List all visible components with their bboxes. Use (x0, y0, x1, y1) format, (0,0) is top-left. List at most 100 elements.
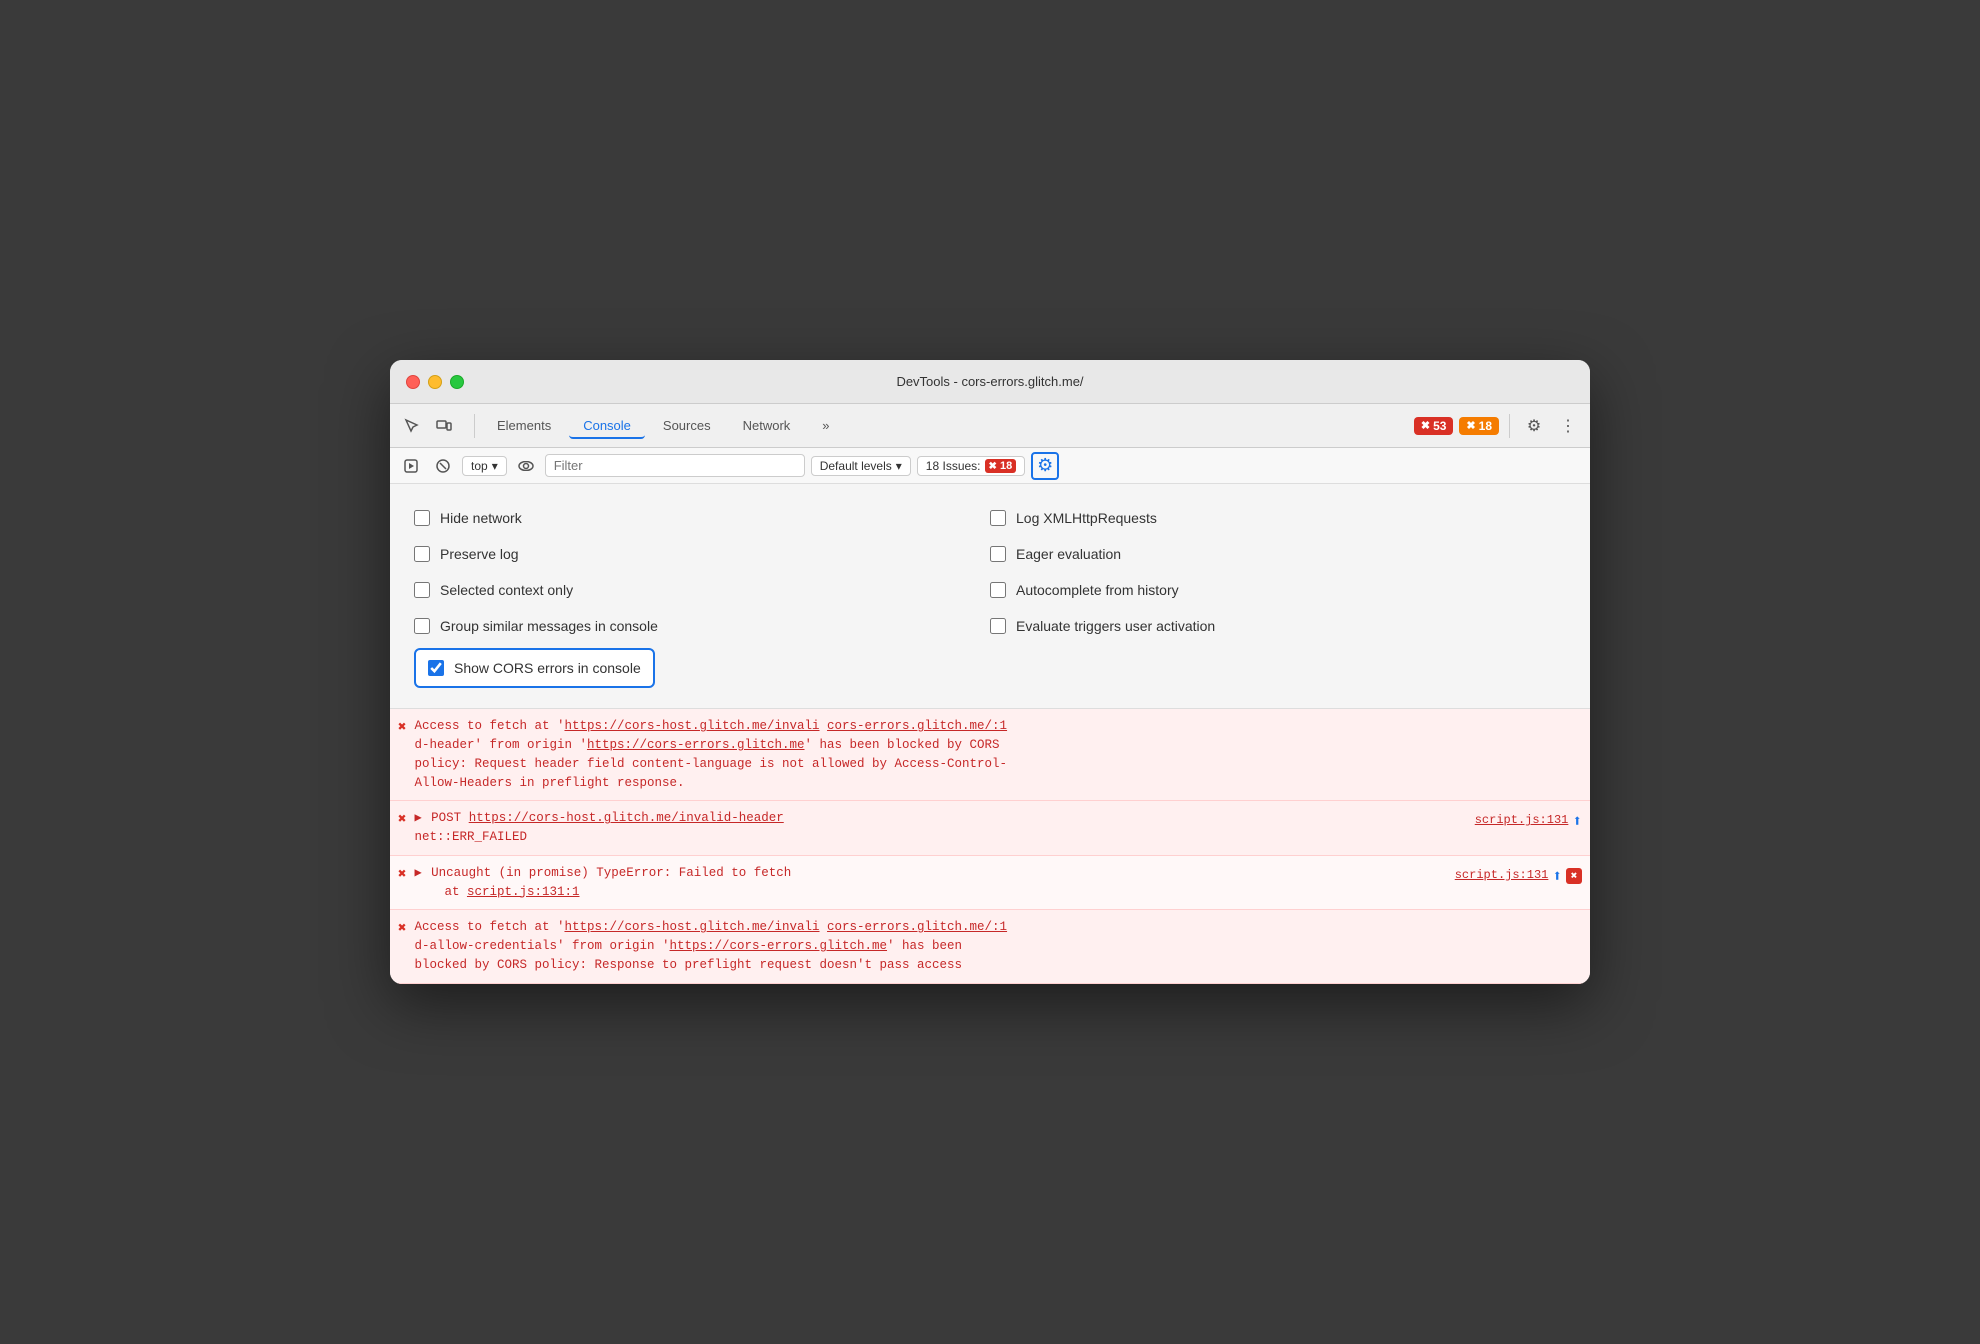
console-error-4: ✖ Access to fetch at 'https://cors-host.… (390, 910, 1590, 983)
setting-preserve-log: Preserve log (414, 536, 990, 572)
traffic-lights (406, 375, 464, 389)
warnings-badge[interactable]: ✖ 18 (1459, 417, 1499, 435)
setting-show-cors: Show CORS errors in console (414, 648, 655, 688)
error-link-2[interactable]: https://cors-host.glitch.me/invalid-head… (469, 811, 784, 825)
device-toolbar-icon[interactable] (430, 412, 458, 440)
log-xmlhttp-checkbox[interactable] (990, 510, 1006, 526)
autocomplete-checkbox[interactable] (990, 582, 1006, 598)
level-chevron-icon: ▾ (896, 459, 902, 473)
settings-right-column: Log XMLHttpRequests Eager evaluation Aut… (990, 500, 1566, 692)
eager-eval-label: Eager evaluation (1016, 546, 1121, 562)
main-toolbar: Elements Console Sources Network » ✖ 53 … (390, 404, 1590, 448)
autocomplete-label: Autocomplete from history (1016, 582, 1179, 598)
error-link-4a[interactable]: https://cors-host.glitch.me/invali (564, 920, 819, 934)
console-settings-icon[interactable]: ⚙ (1031, 452, 1059, 480)
maximize-button[interactable] (450, 375, 464, 389)
selected-context-label: Selected context only (440, 582, 573, 598)
tab-more[interactable]: » (808, 412, 843, 439)
error-link-4c[interactable]: https://cors-errors.glitch.me (669, 939, 887, 953)
warnings-count: 18 (1479, 419, 1492, 433)
dismiss-icon-3[interactable]: ✖ (1566, 868, 1582, 884)
console-toolbar: top ▾ Default levels ▾ 18 Issues: ✖ 18 ⚙ (390, 448, 1590, 484)
error-link-4b[interactable]: cors-errors.glitch.me/:1 (827, 920, 1007, 934)
inspector-icon[interactable] (398, 412, 426, 440)
minimize-button[interactable] (428, 375, 442, 389)
expand-icon-2[interactable]: ▶ (414, 811, 421, 825)
error-actions-3: script.js:131 ⬆ ✖ (1455, 866, 1582, 886)
close-button[interactable] (406, 375, 420, 389)
console-output: ✖ Access to fetch at 'https://cors-host.… (390, 709, 1590, 983)
group-similar-label: Group similar messages in console (440, 618, 658, 634)
eye-icon[interactable] (513, 453, 539, 479)
right-separator (1509, 414, 1510, 438)
error-icon-3: ✖ (398, 866, 406, 883)
error-icon: ✖ (1421, 419, 1430, 432)
error-link-1b[interactable]: cors-errors.glitch.me/:1 (827, 719, 1007, 733)
context-selector[interactable]: top ▾ (462, 456, 507, 476)
run-snippet-icon[interactable] (398, 453, 424, 479)
issues-icon: ✖ (989, 461, 997, 472)
setting-eval-triggers: Evaluate triggers user activation (990, 608, 1566, 644)
eager-eval-checkbox[interactable] (990, 546, 1006, 562)
issues-count: ✖ 18 (985, 459, 1017, 473)
upload-icon-3[interactable]: ⬆ (1552, 866, 1562, 886)
error-icon-2: ✖ (398, 811, 406, 828)
window-title: DevTools - cors-errors.glitch.me/ (896, 374, 1083, 389)
show-cors-label: Show CORS errors in console (454, 660, 641, 676)
console-error-3: ✖ ▶ Uncaught (in promise) TypeError: Fai… (390, 856, 1590, 911)
console-error-1: ✖ Access to fetch at 'https://cors-host.… (390, 709, 1590, 801)
chevron-down-icon: ▾ (492, 459, 498, 473)
error-text-1: Access to fetch at 'https://cors-host.gl… (414, 717, 1582, 792)
eval-triggers-checkbox[interactable] (990, 618, 1006, 634)
show-cors-checkbox[interactable] (428, 660, 444, 676)
devtools-window: DevTools - cors-errors.glitch.me/ Elemen… (390, 360, 1590, 983)
settings-panel: Hide network Preserve log Selected conte… (390, 484, 1590, 709)
settings-icon[interactable]: ⚙ (1520, 412, 1548, 440)
titlebar: DevTools - cors-errors.glitch.me/ (390, 360, 1590, 404)
tab-console[interactable]: Console (569, 412, 645, 439)
error-link-1c[interactable]: https://cors-errors.glitch.me (587, 738, 805, 752)
setting-log-xmlhttp: Log XMLHttpRequests (990, 500, 1566, 536)
error-text-2: ▶ POST https://cors-host.glitch.me/inval… (414, 809, 1466, 847)
setting-eager-eval: Eager evaluation (990, 536, 1566, 572)
clear-console-icon[interactable] (430, 453, 456, 479)
more-options-icon[interactable]: ⋮ (1554, 412, 1582, 440)
console-error-2: ✖ ▶ POST https://cors-host.glitch.me/inv… (390, 801, 1590, 856)
error-text-4: Access to fetch at 'https://cors-host.gl… (414, 918, 1582, 974)
setting-autocomplete: Autocomplete from history (990, 572, 1566, 608)
preserve-log-checkbox[interactable] (414, 546, 430, 562)
upload-icon-2[interactable]: ⬆ (1572, 811, 1582, 831)
error-link-1a[interactable]: https://cors-host.glitch.me/invali (564, 719, 819, 733)
error-source-3[interactable]: script.js:131 (1455, 868, 1549, 882)
warning-icon: ✖ (1466, 419, 1475, 432)
tab-elements[interactable]: Elements (483, 412, 565, 439)
context-label: top (471, 459, 488, 473)
error-source-2[interactable]: script.js:131 (1475, 813, 1569, 827)
filter-input[interactable] (545, 454, 805, 477)
selected-context-checkbox[interactable] (414, 582, 430, 598)
issues-counter[interactable]: 18 Issues: ✖ 18 (917, 456, 1025, 476)
expand-icon-3[interactable]: ▶ (414, 866, 421, 880)
hide-network-label: Hide network (440, 510, 522, 526)
error-icon-1: ✖ (398, 719, 406, 736)
error-text-3: ▶ Uncaught (in promise) TypeError: Faile… (414, 864, 1446, 902)
log-level-selector[interactable]: Default levels ▾ (811, 456, 911, 476)
toolbar-icons (398, 412, 458, 440)
group-similar-checkbox[interactable] (414, 618, 430, 634)
log-xmlhttp-label: Log XMLHttpRequests (1016, 510, 1157, 526)
hide-network-checkbox[interactable] (414, 510, 430, 526)
setting-group-similar: Group similar messages in console (414, 608, 990, 644)
preserve-log-label: Preserve log (440, 546, 519, 562)
level-label: Default levels (820, 459, 892, 473)
setting-hide-network: Hide network (414, 500, 990, 536)
errors-count: 53 (1433, 419, 1446, 433)
error-actions-2: script.js:131 ⬆ (1475, 811, 1582, 831)
tab-sources[interactable]: Sources (649, 412, 725, 439)
errors-badge[interactable]: ✖ 53 (1414, 417, 1454, 435)
tab-network[interactable]: Network (729, 412, 805, 439)
setting-selected-context: Selected context only (414, 572, 990, 608)
error-icon-4: ✖ (398, 920, 406, 937)
settings-left-column: Hide network Preserve log Selected conte… (414, 500, 990, 692)
eval-triggers-label: Evaluate triggers user activation (1016, 618, 1215, 634)
error-link-3[interactable]: script.js:131:1 (467, 885, 580, 899)
